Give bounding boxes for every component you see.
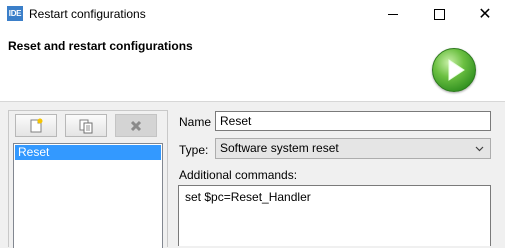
close-icon: ✕ — [478, 5, 492, 23]
minimize-button[interactable] — [370, 0, 416, 29]
dialog-header: Reset and restart configurations — [0, 29, 505, 102]
additional-commands-label: Additional commands: — [179, 168, 298, 182]
ide-app-icon: IDE — [7, 6, 23, 21]
delete-icon — [130, 120, 142, 131]
maximize-icon — [433, 9, 445, 20]
type-selected-value: Software system reset — [220, 141, 339, 155]
configurations-panel: Reset — [8, 110, 168, 248]
configurations-list[interactable]: Reset — [13, 143, 163, 248]
additional-commands-textarea[interactable]: set $pc=Reset_Handler — [178, 185, 491, 246]
list-item[interactable]: Reset — [15, 145, 161, 160]
duplicate-configuration-button[interactable] — [65, 114, 107, 137]
commands-text: set $pc=Reset_Handler — [185, 190, 311, 204]
name-field[interactable]: Reset — [215, 111, 491, 131]
configuration-details: Name Reset Type: Software system reset A… — [172, 101, 505, 246]
name-label: Name — [179, 115, 212, 129]
type-label: Type: — [179, 143, 209, 157]
new-config-icon — [30, 118, 43, 132]
type-dropdown[interactable]: Software system reset — [215, 138, 491, 159]
close-button[interactable]: ✕ — [462, 0, 505, 29]
maximize-button[interactable] — [416, 0, 462, 29]
window-title: Restart configurations — [29, 7, 146, 21]
duplicate-icon — [79, 119, 93, 133]
chevron-down-icon — [475, 146, 484, 152]
title-bar: IDE Restart configurations ✕ — [0, 0, 505, 29]
minimize-icon — [388, 14, 398, 15]
new-configuration-button[interactable] — [15, 114, 57, 137]
dialog-heading: Reset and restart configurations — [8, 39, 193, 53]
run-play-icon — [432, 48, 476, 92]
delete-configuration-button[interactable] — [115, 114, 157, 137]
